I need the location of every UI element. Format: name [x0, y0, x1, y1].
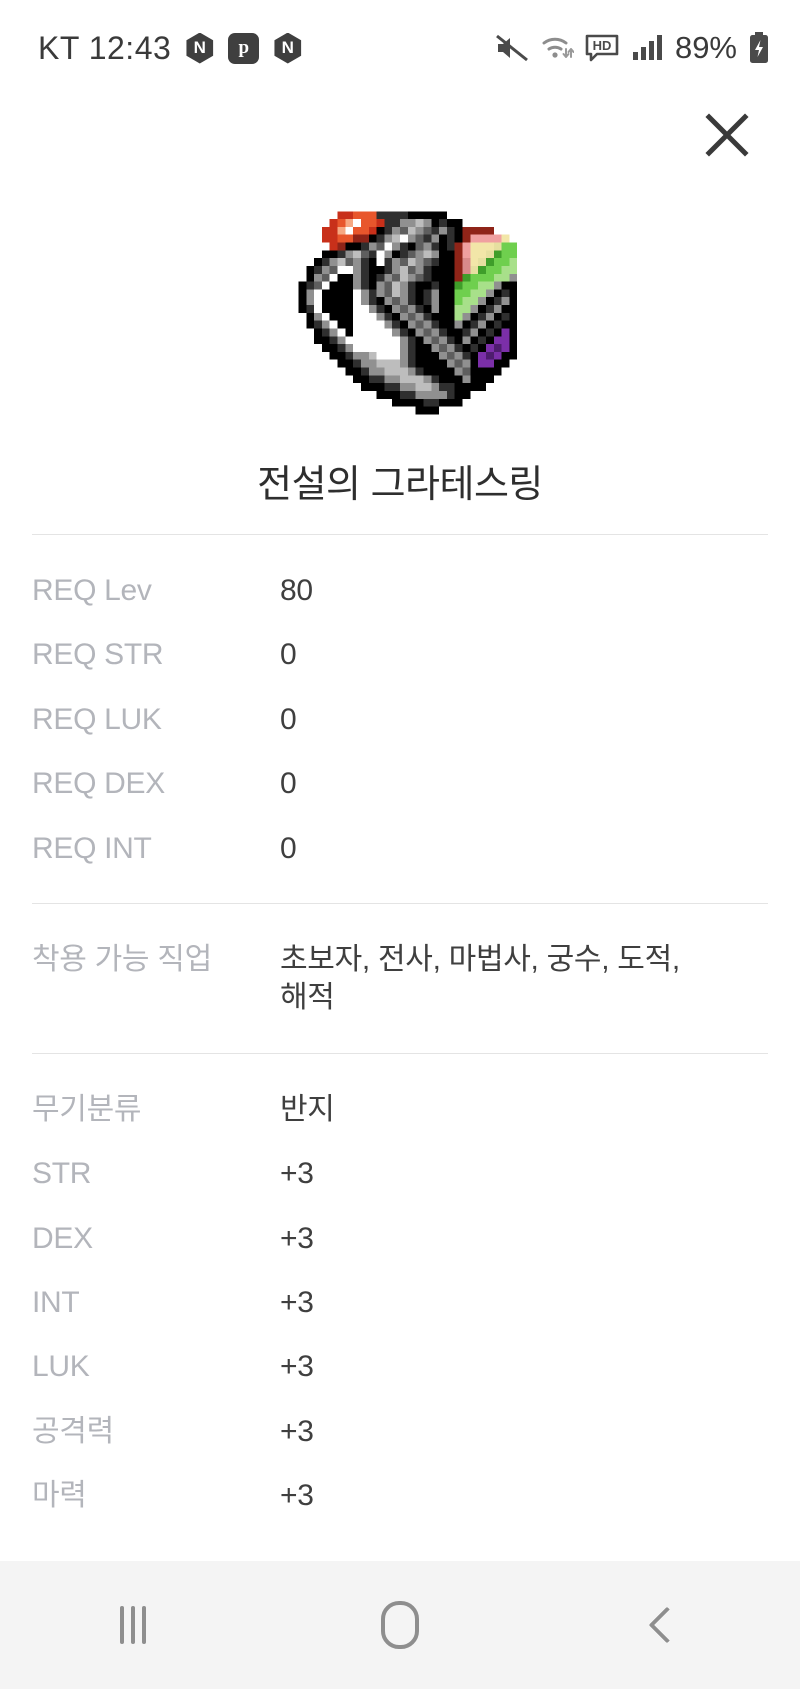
- home-icon: [380, 1601, 419, 1649]
- legendary-gratess-ring-sprite: [275, 180, 525, 430]
- naver-pay-icon: p: [228, 32, 260, 64]
- row-label: REQ LUK: [32, 702, 162, 736]
- row-label: REQ INT: [32, 831, 152, 865]
- row-value: +3: [280, 1285, 314, 1319]
- android-navigation-bar: [0, 1561, 800, 1689]
- table-row: 공격력 +3: [0, 1400, 800, 1464]
- row-value: +3: [280, 1414, 314, 1448]
- signal-bars-icon: [632, 33, 664, 63]
- row-label: LUK: [32, 1350, 90, 1384]
- row-label: INT: [32, 1285, 80, 1319]
- row-label: REQ DEX: [32, 767, 165, 801]
- naver-icon: N: [186, 32, 214, 64]
- recents-icon: [120, 1606, 147, 1644]
- close-button[interactable]: [692, 100, 762, 170]
- row-value: +3: [280, 1479, 314, 1513]
- back-button[interactable]: [607, 1561, 727, 1689]
- row-value: 0: [280, 702, 297, 736]
- row-label: 무기분류: [32, 1092, 142, 1126]
- table-row: 마력 +3: [0, 1464, 800, 1528]
- recents-button[interactable]: [73, 1561, 193, 1689]
- requirements-section: REQ Lev 80 REQ STR 0 REQ LUK 0 REQ DEX 0…: [0, 535, 800, 903]
- mute-icon: [495, 33, 529, 63]
- row-value: 초보자, 전사, 마법사, 궁수, 도적, 해적: [280, 942, 680, 1015]
- row-label: 마력: [32, 1479, 87, 1513]
- status-bar: KT 12:43 N p N HD 89%: [0, 0, 800, 96]
- row-value: +3: [280, 1221, 314, 1255]
- svg-text:HD: HD: [593, 38, 612, 53]
- carrier-and-clock: KT 12:43: [38, 29, 172, 66]
- wifi-icon: [540, 33, 574, 63]
- item-image: [0, 180, 800, 430]
- status-bar-right: HD 89%: [495, 30, 770, 66]
- table-row: STR +3: [0, 1142, 800, 1206]
- battery-percent-label: 89%: [674, 30, 737, 65]
- row-label: REQ STR: [32, 638, 164, 672]
- row-label: 공격력: [32, 1414, 114, 1448]
- table-row: REQ DEX 0: [0, 752, 800, 816]
- status-bar-left: KT 12:43 N p N: [38, 30, 303, 67]
- naver-icon: N: [274, 32, 302, 64]
- table-row: DEX +3: [0, 1207, 800, 1271]
- hd-call-icon: HD: [585, 33, 621, 63]
- job-requirements-section: 착용 가능 직업 초보자, 전사, 마법사, 궁수, 도적, 해적: [0, 904, 800, 1053]
- row-value: +3: [280, 1157, 314, 1191]
- back-icon: [648, 1606, 686, 1644]
- row-label: STR: [32, 1157, 92, 1191]
- table-row: REQ LUK 0: [0, 688, 800, 752]
- table-row: INT +3: [0, 1271, 800, 1335]
- row-value: +3: [280, 1350, 314, 1384]
- item-stats-section: 무기분류 반지 STR +3 DEX +3 INT +3 LUK +3 공격력 …: [0, 1054, 800, 1551]
- battery-charging-icon: [748, 31, 770, 65]
- row-label: REQ Lev: [32, 574, 152, 607]
- table-row: REQ INT 0: [0, 817, 800, 881]
- row-value: 반지: [280, 1092, 335, 1126]
- item-detail-screen: KT 12:43 N p N HD 89% 전설의 그라테스링 REQ Lev …: [0, 0, 800, 1689]
- row-value: 0: [280, 831, 297, 865]
- row-label: DEX: [32, 1221, 93, 1255]
- row-value: 80: [280, 574, 313, 607]
- table-row: 착용 가능 직업 초보자, 전사, 마법사, 궁수, 도적, 해적: [0, 928, 800, 1031]
- row-value: 0: [280, 767, 297, 801]
- row-value: 0: [280, 638, 297, 672]
- row-label: 착용 가능 직업: [32, 942, 212, 976]
- home-button[interactable]: [340, 1561, 460, 1689]
- close-icon: [705, 113, 749, 157]
- item-title: 전설의 그라테스링: [257, 464, 543, 506]
- table-row: 무기분류 반지: [0, 1078, 800, 1142]
- item-detail-table: REQ Lev 80 REQ STR 0 REQ LUK 0 REQ DEX 0…: [0, 534, 800, 1550]
- table-row: REQ Lev 80: [0, 559, 800, 623]
- table-row: LUK +3: [0, 1335, 800, 1399]
- table-row: REQ STR 0: [0, 623, 800, 687]
